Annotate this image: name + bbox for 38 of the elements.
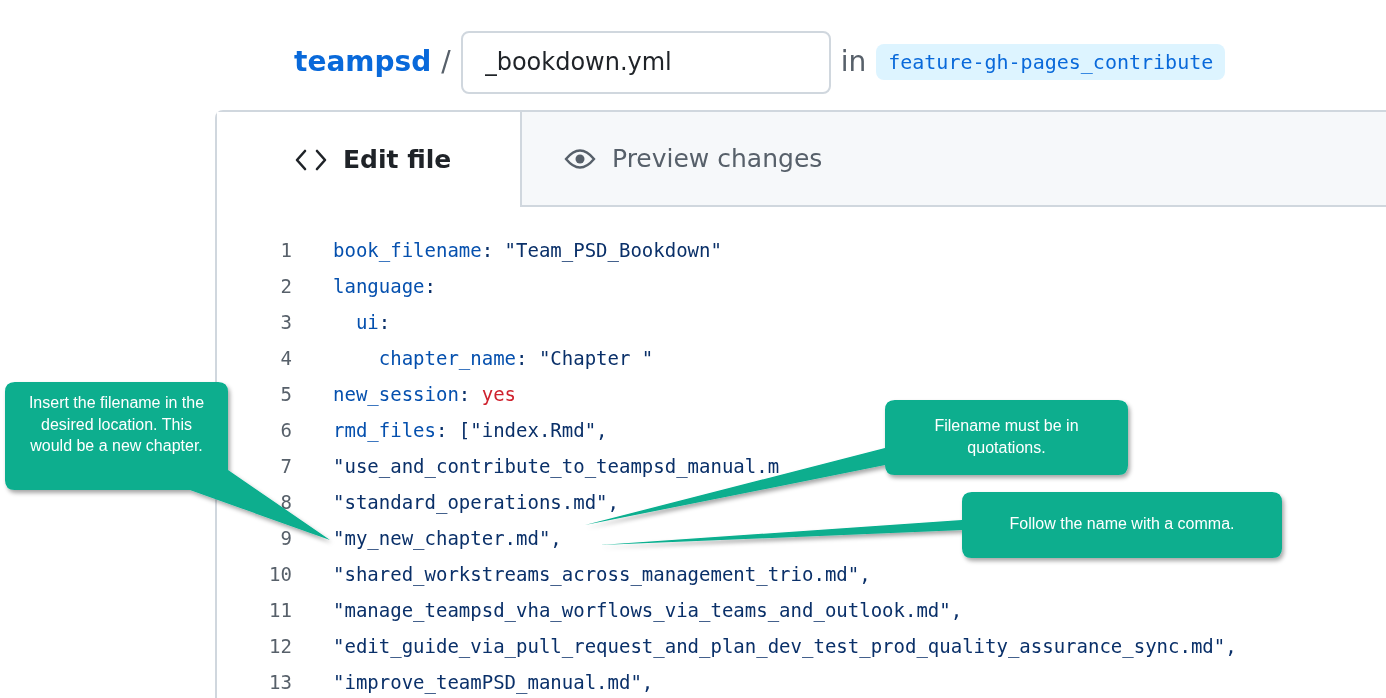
code-icon — [295, 148, 327, 171]
line-number: 11 — [268, 597, 292, 623]
line-number: 2 — [279, 273, 292, 299]
code-line: "manage_teampsd_vha_worflows_via_teams_and_outlook.md", — [333, 597, 963, 624]
tab[interactable]: Preview changes — [522, 112, 1386, 207]
code-line: chapter_name: "Chapter " — [377, 345, 654, 372]
in-label: in — [840, 44, 867, 80]
line-number: 6 — [279, 417, 292, 443]
callout-text: Filename must be in quotations. — [933, 416, 1080, 458]
code-line: "edit_guide_via_pull_request_and_plan_dev_test_prod_quality_assurance_sync.md", — [333, 633, 1237, 660]
code-line: ui: — [354, 309, 391, 335]
filename-field[interactable]: _bookdown.yml — [460, 30, 831, 94]
code-line: "improve_teamPSD_manual.md", — [333, 669, 654, 696]
line-number: 12 — [268, 633, 292, 659]
code-line: "shared_workstreams_across_management_trio.md", — [333, 561, 871, 588]
callout-text: Follow the name with a comma. — [1008, 514, 1236, 534]
line-number: 8 — [279, 489, 292, 515]
line-number: 1 — [279, 237, 292, 263]
line-number: 13 — [268, 669, 292, 695]
path-separator: / — [441, 44, 451, 80]
branch-label: feature-gh-pages_contribute — [876, 44, 1226, 80]
tab[interactable]: Edit file — [217, 112, 522, 207]
line-number: 4 — [279, 345, 292, 371]
code-line: language: — [333, 273, 436, 299]
eye-icon — [564, 147, 596, 170]
code-line: "my_new_chapter.md", — [333, 525, 562, 552]
callout-text: Insert the filename in the desired location. This would be a new chapter. — [27, 393, 206, 457]
line-number: 10 — [268, 561, 292, 587]
code-line: new_session: yes — [333, 381, 517, 408]
line-number: 3 — [279, 309, 292, 335]
line-number: 9 — [279, 525, 292, 551]
code-line: "use_and_contribute_to_teampsd_manual.m — [333, 453, 780, 480]
code-line: "standard_operations.md", — [333, 489, 619, 516]
code-line: book_filename: "Team_PSD_Bookdown" — [333, 237, 722, 264]
code-line: rmd_files: ["index.Rmd", — [333, 417, 608, 444]
line-number: 7 — [279, 453, 292, 479]
repository-link[interactable]: teampsd — [294, 41, 432, 83]
line-number: 5 — [279, 381, 292, 407]
